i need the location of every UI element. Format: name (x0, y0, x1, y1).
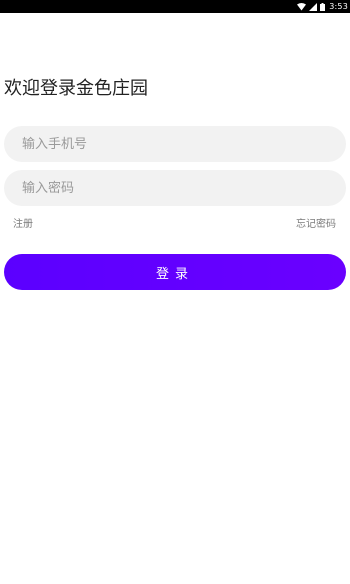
signal-icon (309, 2, 318, 11)
login-button[interactable]: 登录 (4, 254, 346, 290)
register-link[interactable]: 注册 (13, 215, 33, 230)
wifi-icon (297, 2, 307, 11)
status-time: 3:53 (329, 2, 348, 11)
phone-input[interactable] (4, 126, 346, 162)
status-bar: 3:53 (0, 0, 350, 13)
battery-icon (320, 2, 326, 11)
page-title: 欢迎登录金色庄园 (4, 78, 148, 99)
forgot-password-link[interactable]: 忘记密码 (296, 215, 336, 230)
status-icons (297, 2, 326, 11)
password-input[interactable] (4, 170, 346, 206)
